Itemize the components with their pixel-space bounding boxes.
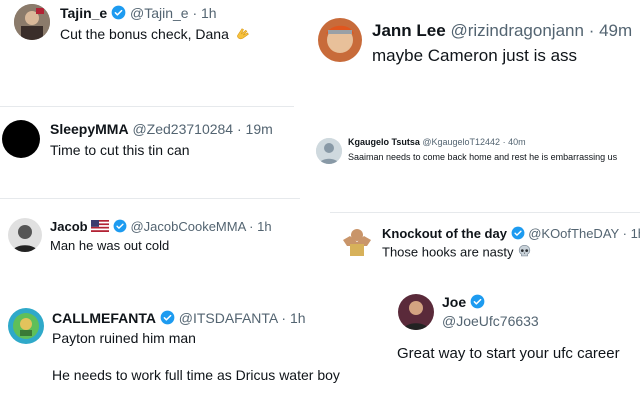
avatar[interactable] [318,18,362,62]
tweet-text: Those hooks are nasty [382,244,514,260]
timestamp[interactable]: 19m [246,121,273,137]
verified-badge-icon [511,226,525,243]
separator: · [281,310,287,326]
handle[interactable]: @Zed23710284 [132,121,233,137]
tweet-tajin: Tajin_e @Tajin_e · 1h Cut the bonus chec… [0,0,300,60]
tweet-jacob: Jacob @JacobCookeMMA · 1h Man he was out… [0,212,310,272]
verified-badge-icon [111,5,126,23]
clapping-hands-icon [233,25,251,46]
avatar[interactable] [340,224,374,258]
tweet-text: Man he was out cold [50,238,170,253]
separator: · [192,5,198,21]
display-name[interactable]: CALLMEFANTA [52,310,156,326]
tweet-text: Great way to start your ufc career [397,345,620,362]
divider [0,106,294,107]
display-name[interactable]: Knockout of the day [382,226,507,241]
handle[interactable]: @Tajin_e [130,5,189,21]
verified-badge-icon [160,310,175,328]
tweet-jann-lee: Jann Lee @rizindragonjann · 49m maybe Ca… [300,0,640,100]
avatar[interactable] [8,308,44,344]
tweet-text: Saaiman needs to come back home and rest… [348,152,618,162]
us-flag-icon [91,220,110,235]
handle[interactable]: @JoeUfc76633 [442,313,539,329]
separator: · [236,121,242,137]
display-name[interactable]: Jann Lee [372,21,446,40]
timestamp[interactable]: 49m [599,21,632,40]
avatar[interactable] [2,120,40,158]
verified-badge-icon [470,294,485,312]
divider [330,212,640,213]
separator: · [249,219,254,234]
timestamp[interactable]: 1h [290,310,306,326]
handle[interactable]: @ITSDAFANTA [179,310,278,326]
divider [0,198,300,199]
tweet-text: Cut the bonus check, Dana [60,26,229,43]
tweet-knockout: Knockout of the day @KOofTheDAY · 1h Tho… [330,220,640,270]
avatar[interactable] [316,138,342,164]
handle[interactable]: @JacobCookeMMA [130,219,245,234]
separator: · [588,21,595,40]
tweet-callmefanta: CALLMEFANTA @ITSDAFANTA · 1h Payton ruin… [0,300,390,400]
verified-badge-icon [113,219,127,236]
display-name[interactable]: Tajin_e [60,5,107,21]
avatar[interactable] [14,4,50,40]
tweet-text: Time to cut this tin can [50,142,190,158]
tweet-text: Payton ruined him man [52,330,196,346]
tweet-text: maybe Cameron just is ass [372,46,578,65]
handle[interactable]: @KOofTheDAY [528,226,619,241]
separator: · [502,137,506,147]
avatar[interactable] [8,218,42,252]
timestamp[interactable]: 1h [257,219,271,234]
tweet-kgaugelo: Kgaugelo Tsutsa @KgaugeloT12442 · 40m Sa… [310,130,640,170]
tweet-sleepymma: SleepyMMA @Zed23710284 · 19m Time to cut… [0,112,300,172]
handle[interactable]: @rizindragonjann [450,21,584,40]
display-name[interactable]: Kgaugelo Tsutsa [348,137,420,147]
tweet-text-line2: He needs to work full time as Dricus wat… [52,367,340,383]
timestamp[interactable]: 1h [201,5,217,21]
timestamp[interactable]: 40m [508,137,526,147]
display-name[interactable]: SleepyMMA [50,121,129,137]
timestamp[interactable]: 1h [631,226,640,241]
skull-icon [517,244,532,262]
avatar[interactable] [398,294,434,330]
display-name[interactable]: Jacob [50,219,88,234]
tweet-joe: Joe @JoeUfc76633 Great way to start your… [390,286,640,366]
separator: · [622,226,627,241]
display-name[interactable]: Joe [442,294,466,310]
handle[interactable]: @KgaugeloT12442 [422,137,500,147]
